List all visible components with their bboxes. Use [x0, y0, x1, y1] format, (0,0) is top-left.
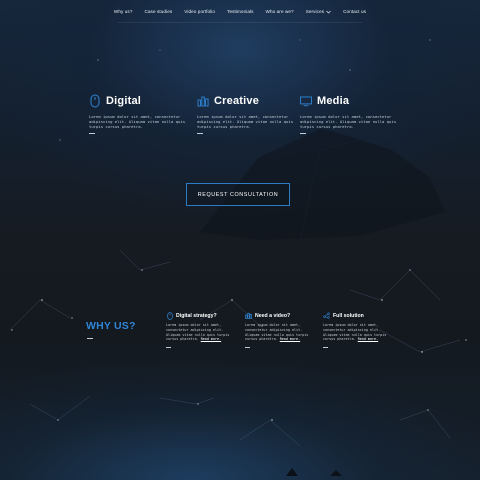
- why-item-full-solution: Full solution Lorem ipsum dolor sit amet…: [323, 311, 393, 349]
- background-constellation: [9, 39, 467, 476]
- feature-title: Media: [317, 95, 350, 107]
- top-navigation: Why us? Case studies Video portfolio Tes…: [0, 9, 480, 14]
- divider: [300, 132, 306, 134]
- nav-item-services-label: Services: [305, 9, 325, 14]
- nav-item-who-are-we[interactable]: Who are we?: [260, 9, 300, 14]
- nav-item-why-us[interactable]: Why us?: [108, 9, 139, 14]
- nav-divider: [118, 22, 362, 23]
- why-item-digital-strategy: Digital strategy? Lorem ipsum dolor sit …: [166, 311, 236, 349]
- divider: [245, 347, 250, 349]
- why-item-title: Need a video?: [255, 312, 291, 319]
- why-item-title: Digital strategy?: [176, 312, 217, 319]
- why-item-text: Lorem ipsum dolor sit amet, consectetur …: [166, 323, 230, 342]
- request-consultation-button[interactable]: REQUEST CONSULTATION: [186, 183, 290, 206]
- monitor-icon: [300, 94, 312, 108]
- why-item-text: Lorem ipsum dolor sit amet, consectetur …: [245, 323, 309, 342]
- why-item-text: Lorem ipsum dolor sit amet, consectetur …: [323, 323, 387, 342]
- nav-item-contact-us[interactable]: Contact us: [337, 9, 372, 14]
- feature-creative: Creative Lorem ipsum dolor sit amet, con…: [197, 93, 307, 134]
- feature-title: Creative: [214, 95, 260, 107]
- feature-text: Lorem ipsum dolor sit amet, consectetur …: [197, 114, 294, 130]
- feature-text: Lorem ipsum dolor sit amet, consectetur …: [89, 114, 186, 130]
- why-item-need-a-video: Need a video? Lorem ipsum dolor sit amet…: [245, 311, 315, 349]
- nav-item-video-portfolio[interactable]: Video portfolio: [178, 9, 221, 14]
- mouse-icon: [89, 94, 101, 108]
- feature-text: Lorem ipsum dolor sit amet, consectetur …: [300, 114, 397, 130]
- why-item-title: Full solution: [333, 312, 364, 319]
- feature-digital: Digital Lorem ipsum dolor sit amet, cons…: [89, 93, 199, 134]
- divider: [197, 132, 203, 134]
- nav-item-services[interactable]: Services: [300, 9, 337, 14]
- read-more-link[interactable]: Read more.: [201, 337, 221, 341]
- read-more-link[interactable]: Read more.: [358, 337, 378, 341]
- divider: [89, 132, 95, 134]
- nav-item-case-studies[interactable]: Case studies: [138, 9, 178, 14]
- why-us-heading: WHY US?: [86, 320, 136, 332]
- divider: [166, 347, 171, 349]
- mouse-icon: [166, 311, 173, 320]
- read-more-link[interactable]: Read more.: [280, 337, 300, 341]
- bar-chart-icon: [197, 94, 209, 108]
- feature-title: Digital: [106, 95, 142, 107]
- divider: [323, 347, 328, 349]
- nav-item-testimonials[interactable]: Testimonials: [221, 9, 259, 14]
- share-icon: [323, 312, 330, 320]
- bar-chart-icon: [245, 312, 252, 320]
- chevron-down-icon: [326, 10, 331, 13]
- divider: [87, 338, 93, 339]
- feature-media: Media Lorem ipsum dolor sit amet, consec…: [300, 93, 410, 134]
